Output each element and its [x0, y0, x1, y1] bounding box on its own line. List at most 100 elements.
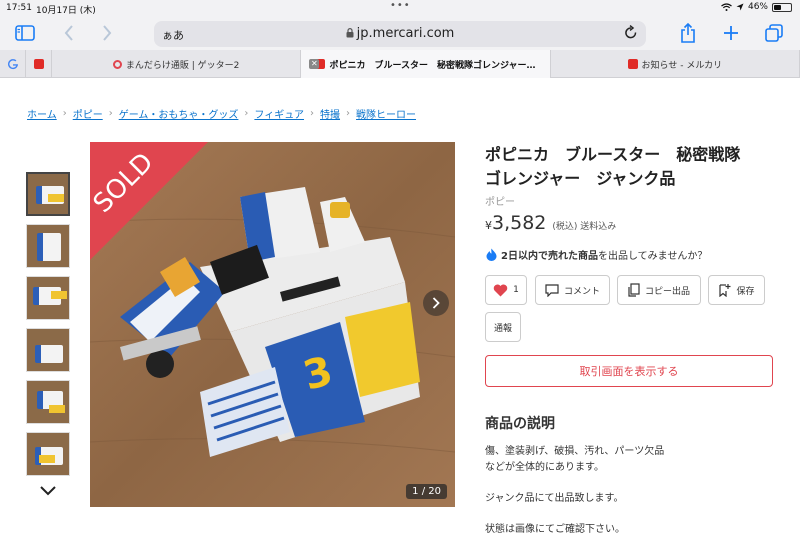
tabs-icon: [765, 24, 783, 42]
flame-icon: [486, 248, 497, 261]
chevron-right-icon: [103, 25, 112, 41]
tab-current[interactable]: ✕ ポピニカ ブルースター 秘密戦隊ゴレンジャー…: [301, 50, 551, 78]
chevron-right-icon: ›: [310, 108, 315, 119]
breadcrumb-tokusatsu[interactable]: 特撮: [320, 106, 340, 121]
chevron-down-icon[interactable]: [40, 484, 56, 496]
google-icon: [7, 59, 18, 70]
thumbnail[interactable]: [26, 224, 70, 268]
mercari-logo-icon: [33, 59, 44, 69]
location-icon: [736, 3, 744, 11]
reload-icon[interactable]: [624, 25, 638, 41]
copy-listing-label: コピー出品: [644, 286, 690, 297]
breadcrumb-sentai[interactable]: 戦隊ヒーロー: [356, 106, 416, 121]
lock-icon: [346, 28, 354, 38]
image-counter: 1 / 20: [406, 484, 447, 499]
price: ¥ 3,582 (税込) 送料込み: [485, 212, 616, 234]
address-bar[interactable]: ぁあ jp.mercari.com: [154, 21, 646, 47]
status-right: 46%: [721, 2, 792, 12]
browser-toolbar: ぁあ jp.mercari.com: [0, 16, 800, 50]
sidebar-icon: [15, 25, 35, 41]
heart-icon: [493, 284, 508, 296]
close-tab-icon[interactable]: ✕: [309, 59, 320, 69]
like-count: 1: [513, 285, 519, 295]
view-transaction-button[interactable]: 取引画面を表示する: [485, 355, 773, 387]
thumbnail[interactable]: [26, 172, 70, 216]
battery-icon: [772, 2, 792, 12]
chevron-left-icon: [64, 25, 73, 41]
share-icon: [681, 23, 695, 43]
tab-overview-button[interactable]: [763, 22, 785, 44]
price-value: 3,582: [492, 212, 547, 234]
description-body: 傷、塗装剥げ、破損、汚れ、パーツ欠品 などが全体的にあります。 ジャンク品にて出…: [485, 444, 775, 550]
tab-label: まんだらけ通販 | ゲッター2: [125, 60, 240, 71]
comment-button[interactable]: コメント: [535, 275, 610, 305]
description-line: 傷、塗装剥げ、破損、汚れ、パーツ欠品: [485, 446, 665, 457]
forward-button[interactable]: [96, 22, 118, 44]
tab-bar: まんだらけ通販 | ゲッター2 ✕ ポピニカ ブルースター 秘密戦隊ゴレンジャー…: [0, 50, 800, 78]
new-tab-button[interactable]: [720, 22, 742, 44]
chevron-right-icon: ›: [346, 108, 351, 119]
bookmark-plus-icon: [719, 284, 731, 297]
description-heading: 商品の説明: [485, 416, 555, 432]
save-label: 保存: [736, 286, 755, 297]
mercari-logo-icon: [627, 59, 638, 69]
description-paragraph: 傷、塗装剥げ、破損、汚れ、パーツ欠品 などが全体的にあります。: [485, 444, 775, 476]
share-button[interactable]: [677, 22, 699, 44]
pinned-tab-google[interactable]: [0, 50, 26, 78]
tab-label: ポピニカ ブルースター 秘密戦隊ゴレンジャー…: [329, 60, 536, 71]
tab-mercari-news[interactable]: お知らせ - メルカリ: [551, 50, 800, 78]
chevron-right-icon: ›: [108, 108, 113, 119]
battery-percent: 46%: [747, 2, 768, 12]
description-paragraph: ジャンク品にて出品致します。: [485, 493, 624, 504]
sidebar-toggle-button[interactable]: [14, 22, 36, 44]
price-note: (税込) 送料込み: [552, 222, 617, 232]
tab-mandarake[interactable]: まんだらけ通販 | ゲッター2: [52, 50, 302, 78]
copy-listing-button[interactable]: コピー出品: [617, 275, 701, 305]
status-date: 10月17日 (木): [36, 6, 96, 16]
thumbnail[interactable]: [26, 380, 70, 424]
comment-icon: [545, 283, 559, 297]
product-title-line: ゴレンジャー ジャンク品: [485, 169, 676, 188]
pinned-tab-mercari[interactable]: [26, 50, 52, 78]
thumbnail[interactable]: [26, 432, 70, 476]
chevron-right-icon: ›: [62, 108, 67, 119]
product-image[interactable]: 3 SOLD 1 / 20: [90, 142, 455, 507]
copy-icon: [628, 283, 640, 297]
multitasking-dots[interactable]: •••: [390, 0, 411, 11]
thumbnail[interactable]: [26, 276, 70, 320]
product-title: ポピニカ ブルースター 秘密戦隊 ゴレンジャー ジャンク品: [485, 143, 785, 191]
tab-label: お知らせ - メルカリ: [641, 60, 723, 71]
comment-label: コメント: [563, 286, 600, 297]
promo-text: を出品してみませんか？: [597, 251, 708, 262]
brand-link[interactable]: ポピー: [485, 193, 515, 208]
plus-icon: [724, 26, 738, 40]
breadcrumb-brand[interactable]: ポピー: [73, 106, 103, 121]
chevron-right-icon: [432, 297, 440, 309]
description-paragraph: 状態は画像にてご確認下さい。: [485, 524, 625, 535]
product-title-line: ポピニカ ブルースター 秘密戦隊: [485, 145, 741, 164]
report-label: 通報: [493, 323, 512, 334]
mandarake-icon: [112, 59, 122, 69]
url-display[interactable]: jp.mercari.com: [154, 26, 646, 41]
status-bar: 17:51 10月17日 (木) ••• 46%: [0, 0, 800, 16]
currency-symbol: ¥: [485, 219, 492, 232]
chevron-right-icon: ›: [244, 108, 249, 119]
breadcrumb: ホーム › ポピー › ゲーム・おもちゃ・グッズ › フィギュア › 特撮 › 戦隊ヒーロ…: [27, 106, 416, 121]
wifi-icon: [721, 3, 732, 11]
description-line: などが全体的にあります。: [485, 462, 604, 473]
breadcrumb-category[interactable]: ゲーム・おもちゃ・グッズ: [119, 106, 239, 121]
report-button[interactable]: 通報: [485, 312, 521, 342]
url-text: jp.mercari.com: [356, 26, 455, 41]
thumbnail[interactable]: [26, 328, 70, 372]
back-button[interactable]: [58, 22, 80, 44]
thumbnail-list: [26, 172, 72, 496]
like-button[interactable]: 1: [485, 275, 527, 305]
save-button[interactable]: 保存: [708, 275, 765, 305]
breadcrumb-home[interactable]: ホーム: [27, 106, 57, 121]
sell-promo-link[interactable]: 2日以内で売れた商品を出品してみませんか？: [486, 247, 707, 262]
promo-bold: 2日以内で売れた商品: [501, 251, 598, 262]
sold-banner: SOLD: [90, 142, 208, 260]
breadcrumb-figure[interactable]: フィギュア: [254, 106, 304, 121]
status-time: 17:51: [6, 3, 32, 13]
next-image-button[interactable]: [423, 290, 449, 316]
